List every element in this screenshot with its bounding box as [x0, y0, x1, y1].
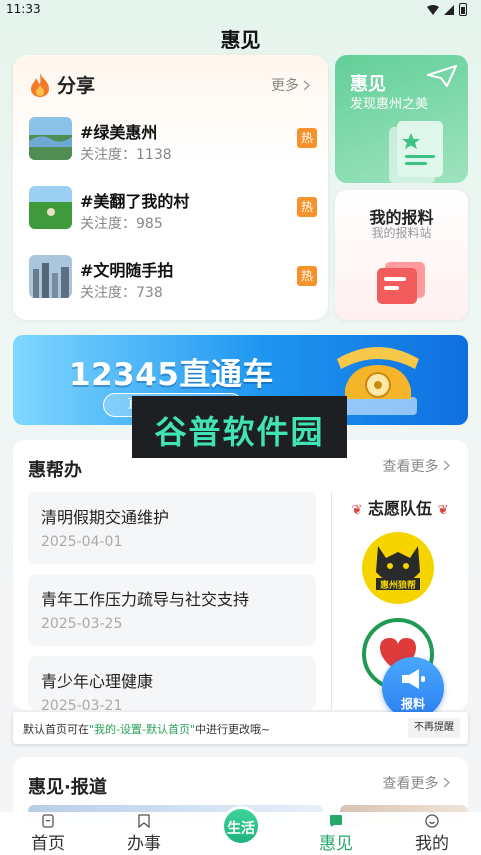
signal-icon: [444, 4, 454, 15]
share-more-link[interactable]: 更多: [271, 75, 310, 95]
megaphone-icon: [402, 669, 425, 689]
huijian-card-subtitle: 发现惠州之美: [350, 97, 429, 112]
paper-plane-icon: [427, 65, 457, 87]
watermark-text: 谷普软件园: [154, 413, 325, 451]
volunteer-title-label: 志愿队伍: [367, 499, 432, 518]
hot-badge: 热: [297, 266, 317, 286]
topic-name: #美翻了我的村: [80, 192, 190, 211]
topic-item[interactable]: #美翻了我的村 关注度：985 热: [29, 186, 319, 232]
chevron-right-icon: [303, 80, 310, 90]
battery-icon: [459, 3, 467, 16]
share-header: 分享: [29, 71, 95, 98]
topic-item[interactable]: #绿美惠州 关注度：1138 热: [29, 117, 319, 163]
nav-center-label: 生活: [227, 821, 255, 837]
divider: [331, 492, 332, 710]
huibangban-more-label: 查看更多: [382, 459, 439, 475]
toast-highlight: "我的-设置-默认首页": [89, 723, 196, 736]
report-document-icon: [377, 262, 425, 304]
my-report-subtitle: 我的报料站: [371, 226, 432, 240]
topic-name: #文明随手拍: [80, 261, 174, 280]
hot-badge: 热: [297, 197, 317, 217]
topic-item[interactable]: #文明随手拍 关注度：738 热: [29, 255, 319, 301]
status-icons: [427, 3, 467, 16]
chevron-right-icon: [443, 460, 450, 471]
topic-follow: 关注度：1138: [80, 147, 172, 163]
huijian-card[interactable]: 惠见 发现惠州之美: [335, 55, 468, 183]
nav-item-services[interactable]: 办事: [114, 814, 174, 854]
nav-label: 办事: [127, 834, 161, 854]
volunteer-title: ❦ 志愿队伍 ❦: [346, 495, 454, 519]
news-more-label: 查看更多: [382, 776, 439, 792]
watermark: 谷普软件园: [132, 396, 347, 458]
laurel-right-icon: ❦: [437, 503, 449, 518]
topic-thumbnail: [29, 186, 72, 229]
topic-follow: 关注度：985: [80, 216, 163, 232]
document-star-icon: [389, 121, 443, 183]
bookmark-icon: [138, 814, 150, 828]
share-more-label: 更多: [271, 78, 299, 94]
volunteer-logo-text: 惠州狼帮: [379, 581, 416, 591]
toast-text: 默认首页可在"我的-设置-默认首页"中进行更改哦~: [23, 721, 270, 737]
default-home-toast: 默认首页可在"我的-设置-默认首页"中进行更改哦~ 不再提醒: [13, 712, 468, 744]
app-title: 惠见: [220, 28, 261, 52]
list-item[interactable]: 清明假期交通维护 2025-04-01: [28, 492, 316, 564]
smile-icon: [425, 814, 439, 828]
nav-label: 我的: [415, 834, 449, 854]
item-date: 2025-04-01: [41, 534, 123, 550]
nav-label: 首页: [31, 834, 65, 854]
list-item[interactable]: 青年工作压力疏导与社交支持 2025-03-25: [28, 574, 316, 646]
fire-icon: [31, 72, 49, 97]
news-title: 惠见·报道: [28, 777, 107, 798]
status-bar: 11:33: [0, 0, 481, 22]
list-item[interactable]: 青少年心理健康 2025-03-21: [28, 656, 316, 714]
item-date: 2025-03-25: [41, 616, 123, 632]
topic-follow: 关注度：738: [80, 285, 163, 301]
report-float-label: 报料: [400, 697, 425, 711]
topic-thumbnail: [29, 117, 72, 160]
share-card: 分享 更多 #绿美惠州 关注度：1138 热 #美翻了我的村 关注度：985 热…: [13, 55, 328, 320]
item-title: 青年工作压力疏导与社交支持: [41, 590, 250, 609]
status-time: 11:33: [6, 2, 41, 16]
home-icon: [42, 814, 54, 828]
nav-item-home[interactable]: 首页: [18, 814, 78, 854]
toast-suffix: 中进行更改哦~: [195, 723, 271, 736]
wifi-icon: [427, 4, 439, 15]
nav-item-huijian[interactable]: 惠见: [306, 814, 366, 854]
hot-badge: 热: [297, 128, 317, 148]
nav-label: 惠见: [319, 834, 353, 854]
chevron-right-icon: [443, 777, 450, 788]
item-title: 清明假期交通维护: [41, 508, 170, 527]
banner-title: 12345直通车: [69, 357, 274, 393]
item-title: 青少年心理健康: [41, 672, 154, 691]
nav-item-mine[interactable]: 我的: [402, 814, 462, 854]
volunteer-logo[interactable]: 惠州狼帮: [362, 532, 434, 604]
laurel-left-icon: ❦: [351, 503, 363, 518]
topic-thumbnail: [29, 255, 72, 298]
topic-name: #绿美惠州: [80, 123, 158, 142]
share-title: 分享: [57, 75, 96, 97]
huibangban-title: 惠帮办: [28, 460, 82, 481]
huibangban-more-link[interactable]: 查看更多: [383, 456, 450, 476]
report-float-button[interactable]: 报料: [382, 657, 444, 719]
my-report-card[interactable]: 我的报料 我的报料站: [335, 190, 468, 320]
nav-item-life[interactable]: 生活: [221, 806, 261, 846]
dont-remind-button[interactable]: 不再提醒: [408, 718, 460, 738]
news-more-link[interactable]: 查看更多: [383, 773, 450, 793]
chat-icon: [330, 815, 342, 827]
toast-prefix: 默认首页可在: [23, 723, 89, 736]
